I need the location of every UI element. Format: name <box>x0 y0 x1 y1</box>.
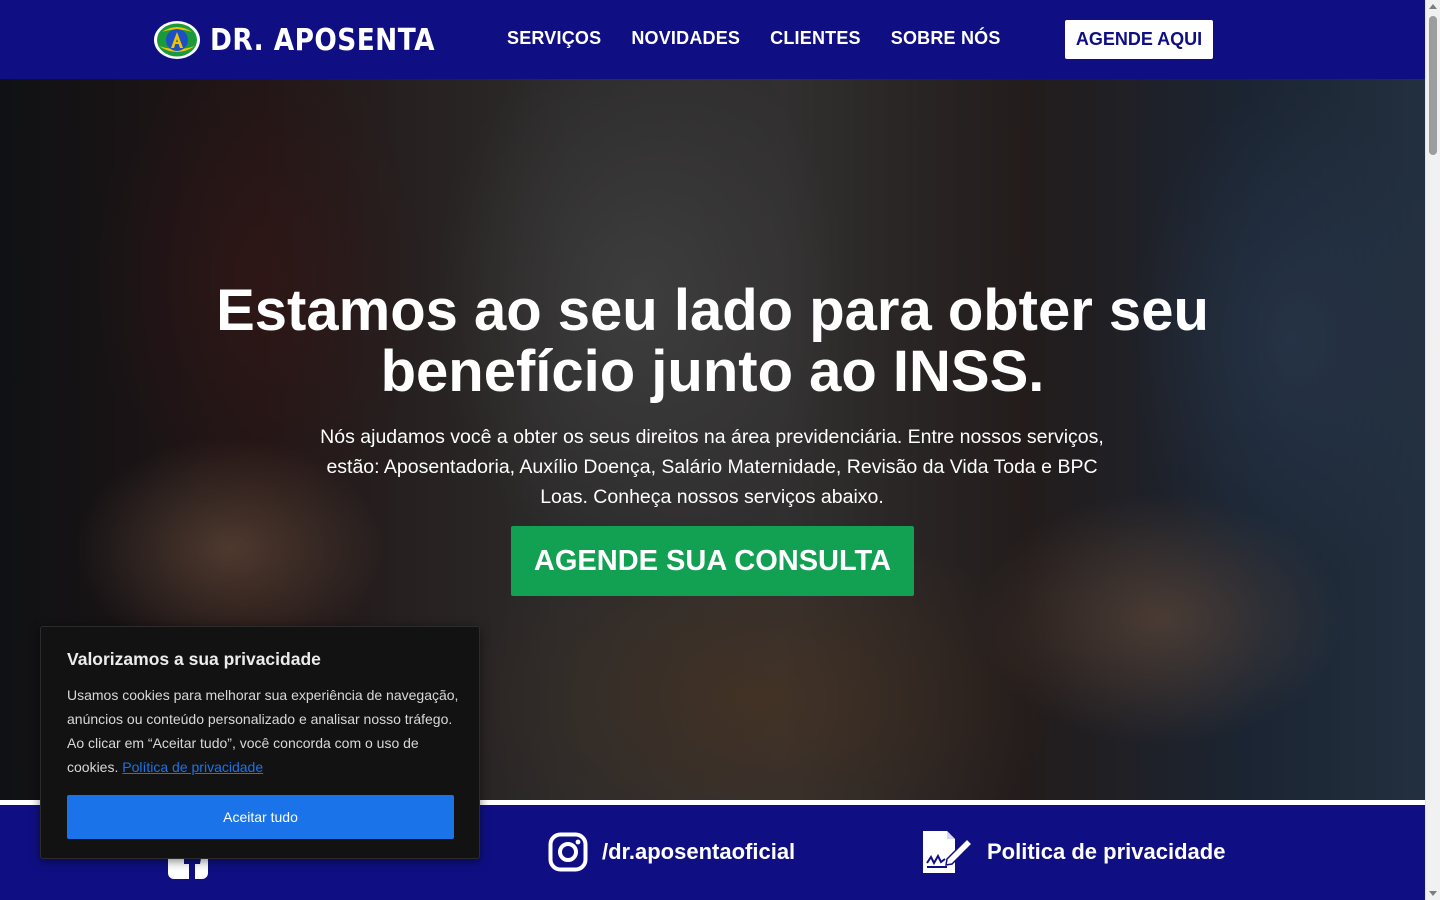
site-header: DR. APOSENTA SERVIÇOS NOVIDADES CLIENTES… <box>0 0 1425 79</box>
instagram-icon <box>548 832 588 872</box>
instagram-handle: /dr.aposentaoficial <box>602 839 796 864</box>
logo-icon <box>154 21 200 59</box>
page-scrollbar[interactable] <box>1425 0 1440 900</box>
instagram-link[interactable]: /dr.aposentaoficial <box>548 832 795 872</box>
hero-subtitle: Nós ajudamos você a obter os seus direit… <box>320 426 1104 508</box>
logo[interactable]: DR. APOSENTA <box>153 20 466 60</box>
nav-item-servicos[interactable]: SERVIÇOS <box>507 28 601 49</box>
accept-all-button[interactable]: Aceitar tudo <box>67 795 454 839</box>
cookie-text: Usamos cookies para melhorar sua experiê… <box>67 683 459 779</box>
hero-title: Estamos ao seu lado para obter seu benef… <box>216 278 1209 404</box>
cookie-title: Valorizamos a sua privacidade <box>67 649 321 669</box>
nav-item-novidades[interactable]: NOVIDADES <box>631 28 740 49</box>
privacy-policy-label: Politica de privacidade <box>987 839 1226 864</box>
cookie-privacy-link[interactable]: Política de privacidade <box>122 759 263 775</box>
privacy-policy-link[interactable]: Politica de privacidade <box>921 829 1225 875</box>
agende-consulta-button[interactable]: AGENDE SUA CONSULTA <box>511 526 914 596</box>
main-nav: SERVIÇOS NOVIDADES CLIENTES SOBRE NÓS <box>507 28 1001 49</box>
privacy-document-icon <box>923 831 973 873</box>
cookie-consent-banner: Valorizamos a sua privacidade Usamos coo… <box>40 626 480 859</box>
scrollbar-thumb[interactable] <box>1429 16 1437 155</box>
logo-text: DR. APOSENTA <box>210 22 435 58</box>
scroll-up-arrow-icon[interactable] <box>1429 4 1437 9</box>
nav-item-clientes[interactable]: CLIENTES <box>770 28 861 49</box>
scroll-down-arrow-icon[interactable] <box>1429 891 1437 896</box>
agende-aqui-button[interactable]: AGENDE AQUI <box>1065 20 1213 59</box>
nav-item-sobre-nos[interactable]: SOBRE NÓS <box>891 28 1001 49</box>
